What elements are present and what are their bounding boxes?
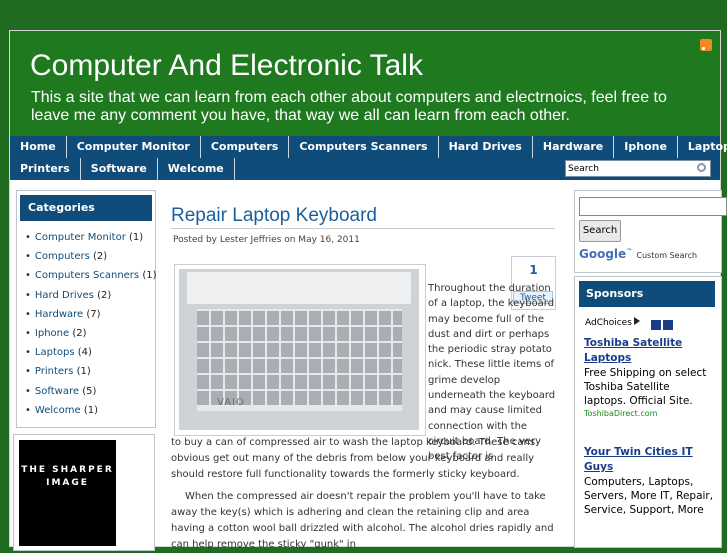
keyboard-keys	[197, 309, 402, 411]
laptop-photo: VAIO	[179, 269, 419, 430]
main-nav: Home Computer Monitor Computers Computer…	[10, 136, 727, 180]
nav-row-1: Home Computer Monitor Computers Computer…	[10, 136, 727, 158]
list-item: Software (5)	[25, 382, 157, 401]
custom-search-label: Custom Search	[636, 251, 698, 260]
category-count: (1)	[83, 404, 99, 416]
nav-item-computers-scanners[interactable]: Computers Scanners	[289, 136, 439, 158]
ad-logo-text: THE SHARPER IMAGE	[21, 465, 114, 488]
keyboard-image: VAIO	[174, 264, 426, 436]
nav-item-computer-monitor[interactable]: Computer Monitor	[67, 136, 201, 158]
nav-item-software[interactable]: Software	[81, 158, 158, 180]
key-row	[197, 375, 402, 389]
google-search-button[interactable]: Search	[579, 220, 621, 242]
sponsor-ad-url[interactable]: ToshibaDirect.com	[584, 408, 714, 420]
category-link[interactable]: Computers Scanners	[35, 270, 139, 281]
nav-item-welcome[interactable]: Welcome	[158, 158, 235, 180]
category-link[interactable]: Hardware	[35, 309, 83, 320]
adchoices-icon	[633, 317, 640, 325]
category-link[interactable]: Computer Monitor	[35, 232, 126, 243]
nav-item-hard-drives[interactable]: Hard Drives	[439, 136, 533, 158]
nav-item-hardware[interactable]: Hardware	[533, 136, 615, 158]
sponsors-widget: Sponsors AdChoices Toshiba Satellite Lap…	[574, 276, 722, 548]
sponsor-ad-headline[interactable]: Your Twin Cities IT Guys	[584, 445, 714, 475]
ad-nav	[651, 315, 675, 330]
post-title[interactable]: Repair Laptop Keyboard	[171, 205, 377, 227]
site-description: This a site that we can learn from each …	[31, 89, 667, 124]
category-count: (2)	[93, 251, 108, 263]
google-logo-text: Google	[579, 247, 627, 261]
nav-item-iphone[interactable]: Iphone	[614, 136, 678, 158]
category-count: (1)	[129, 232, 144, 243]
nav-row-2: Printers Software Welcome	[10, 158, 235, 180]
site-header: Computer And Electronic Talk This a site…	[10, 31, 720, 136]
key-row	[197, 359, 402, 373]
divider	[171, 228, 555, 229]
sponsor-ad-1[interactable]: Toshiba Satellite Laptops Free Shipping …	[584, 336, 714, 420]
sponsor-ad-body: Computers, Laptops, Servers, More IT, Re…	[584, 476, 714, 516]
search-icon[interactable]	[697, 163, 706, 172]
post-meta: Posted by Lester Jeffries on May 16, 201…	[173, 235, 360, 245]
vaio-logo: VAIO	[217, 397, 245, 408]
sidebar-ad[interactable]: THE SHARPER IMAGE	[13, 434, 155, 551]
nav-item-printers[interactable]: Printers	[10, 158, 81, 180]
post-paragraph-2: When the compressed air doesn't repair t…	[171, 491, 554, 550]
key-row	[197, 327, 402, 341]
ad-prev-icon[interactable]	[651, 320, 661, 330]
list-item: Computer Monitor (1)	[25, 228, 157, 247]
google-search-widget: Search Google™ Custom Search	[574, 190, 727, 273]
category-count: (4)	[77, 347, 92, 359]
key-row	[197, 343, 402, 357]
list-item: Computers (2)	[25, 247, 157, 266]
rss-icon[interactable]	[700, 39, 712, 51]
list-item: Printers (1)	[25, 362, 157, 381]
sponsors-title: Sponsors	[579, 281, 715, 307]
nav-item-laptops[interactable]: Laptops	[678, 136, 727, 158]
page-wrapper: Computer And Electronic Talk This a site…	[9, 30, 727, 551]
site-title[interactable]: Computer And Electronic Talk	[30, 49, 423, 83]
category-link[interactable]: Hard Drives	[35, 290, 94, 301]
list-item: Iphone (2)	[25, 324, 157, 343]
sharper-image-ad[interactable]: THE SHARPER IMAGE	[19, 440, 116, 546]
category-link[interactable]: Computers	[35, 251, 90, 262]
ad-next-icon[interactable]	[663, 320, 673, 330]
category-link[interactable]: Iphone	[35, 328, 69, 339]
header-search-value: Search	[568, 164, 599, 174]
category-count: (2)	[97, 289, 112, 301]
post-body: to buy a can of compressed air to wash t…	[171, 435, 556, 553]
category-link[interactable]: Welcome	[35, 405, 81, 416]
google-logo: Google™ Custom Search	[579, 247, 698, 261]
sponsor-ad-headline[interactable]: Toshiba Satellite Laptops	[584, 336, 714, 366]
nav-item-computers[interactable]: Computers	[201, 136, 290, 158]
tweet-count: 1	[529, 263, 538, 277]
adchoices-label[interactable]: AdChoices	[585, 317, 640, 328]
list-item: Hardware (7)	[25, 305, 157, 324]
list-item: Hard Drives (2)	[25, 286, 157, 305]
list-item: Laptops (4)	[25, 343, 157, 362]
post-paragraph-1-rest: to buy a can of compressed air to wash t…	[171, 437, 536, 480]
categories-title: Categories	[20, 195, 152, 221]
laptop-screen	[187, 272, 411, 304]
list-item: Computers Scanners (1)	[25, 266, 157, 285]
category-link[interactable]: Laptops	[35, 347, 75, 358]
sponsor-ad-2[interactable]: Your Twin Cities IT Guys Computers, Lapt…	[584, 445, 714, 517]
category-link[interactable]: Printers	[35, 366, 73, 377]
category-count: (1)	[76, 366, 91, 378]
nav-item-home[interactable]: Home	[10, 136, 67, 158]
header-search-input[interactable]: Search	[565, 160, 711, 177]
category-count: (2)	[72, 328, 87, 340]
category-link[interactable]: Software	[35, 386, 79, 397]
categories-widget: Categories Computer Monitor (1) Computer…	[16, 190, 157, 428]
category-count: (5)	[82, 385, 97, 397]
category-count: (7)	[86, 308, 101, 320]
category-count: (1)	[142, 270, 157, 282]
sponsor-ad-body: Free Shipping on select Toshiba Satellit…	[584, 367, 707, 407]
categories-list: Computer Monitor (1) Computers (2) Compu…	[25, 228, 157, 420]
adchoices-text: AdChoices	[585, 318, 632, 328]
key-row	[197, 311, 402, 325]
google-search-input[interactable]	[579, 197, 727, 216]
list-item: Welcome (1)	[25, 401, 157, 420]
